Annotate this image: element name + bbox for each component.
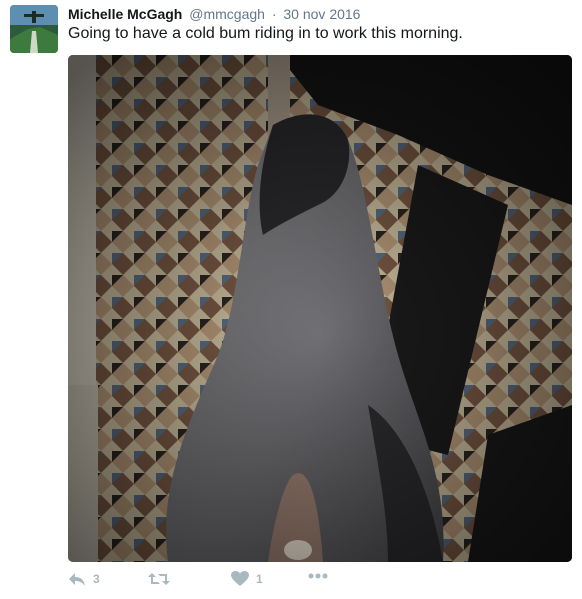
avatar-image xyxy=(10,5,58,53)
tweet-actions: 3 1 xyxy=(68,571,368,593)
more-icon xyxy=(308,573,328,579)
reply-button[interactable]: 3 xyxy=(68,571,100,587)
like-button[interactable]: 1 xyxy=(231,571,263,587)
separator: · xyxy=(271,6,277,22)
retweet-button[interactable] xyxy=(148,571,170,587)
avatar[interactable] xyxy=(10,5,58,53)
bike-saddle-photo xyxy=(68,55,572,562)
more-button[interactable] xyxy=(308,573,328,579)
username[interactable]: @mmcgagh xyxy=(189,6,265,22)
retweet-icon xyxy=(148,571,170,587)
reply-count: 3 xyxy=(93,572,100,586)
timestamp[interactable]: 30 nov 2016 xyxy=(283,6,360,22)
tweet-photo[interactable] xyxy=(68,55,572,562)
like-count: 1 xyxy=(256,572,263,586)
tweet-header: Michelle McGagh @mmcgagh · 30 nov 2016 xyxy=(68,5,360,23)
heart-icon xyxy=(231,571,249,587)
display-name[interactable]: Michelle McGagh xyxy=(68,6,182,22)
reply-icon xyxy=(68,571,86,587)
tweet-text: Going to have a cold bum riding in to wo… xyxy=(68,25,463,42)
